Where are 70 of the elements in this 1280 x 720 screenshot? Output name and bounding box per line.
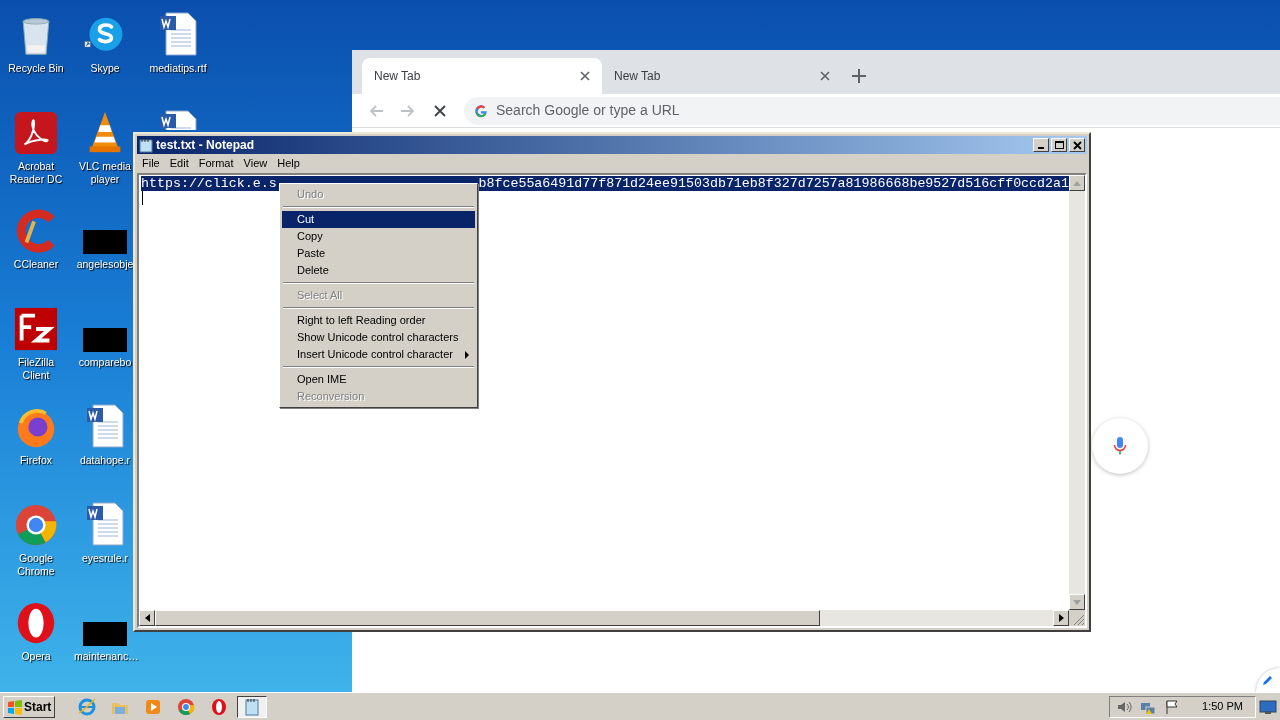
left-arrow-icon: [144, 614, 150, 622]
chrome-icon[interactable]: [13, 502, 59, 548]
menu-item[interactable]: Show Unicode control characters: [282, 329, 475, 346]
up-arrow-icon: [1073, 180, 1081, 186]
maximize-icon: [1054, 141, 1064, 149]
address-bar[interactable]: Search Google or type a URL: [464, 96, 1280, 125]
stop-icon[interactable]: [432, 102, 448, 119]
window-title: test.txt - Notepad: [156, 137, 254, 154]
show-desktop-icon[interactable]: [1259, 698, 1277, 715]
scroll-left-button[interactable]: [139, 610, 155, 626]
close-icon: [1072, 140, 1082, 150]
voice-search-button[interactable]: [1092, 418, 1148, 474]
scroll-down-button[interactable]: [1069, 594, 1085, 610]
text-cursor: [142, 191, 143, 205]
scroll-up-button[interactable]: [1069, 175, 1085, 191]
icon-label[interactable]: CCleaner: [13, 258, 59, 271]
menu-item[interactable]: Help: [272, 155, 305, 172]
scroll-right-button[interactable]: [1053, 610, 1069, 626]
windows-logo-icon: [7, 698, 23, 715]
microphone-icon: [1113, 436, 1127, 456]
horizontal-scrollbar[interactable]: [139, 610, 1069, 626]
maximize-button[interactable]: [1051, 138, 1067, 152]
menu-item[interactable]: Insert Unicode control character: [282, 346, 475, 363]
size-grip-icon[interactable]: [1069, 610, 1085, 626]
fz-logo-icon[interactable]: [13, 306, 59, 352]
menu-item[interactable]: Open IME: [282, 371, 475, 388]
tab-title: New Tab: [374, 68, 421, 85]
icon-label[interactable]: Recycle Bin: [8, 62, 64, 75]
selected-text: b8fce55a6491d77f871d24ee91503db71eb8f327d7257a81986668be9527d516cff0ccd2a1: [478, 176, 1069, 191]
pencil-icon: [1262, 674, 1274, 686]
selected-text: https://click.e.s: [141, 176, 277, 191]
icon-label[interactable]: FileZilla Client: [5, 356, 67, 382]
menu-item[interactable]: Cut: [282, 211, 475, 228]
icon-label[interactable]: Skype: [90, 62, 120, 75]
taskbar-button[interactable]: [237, 695, 268, 718]
icon-label[interactable]: angelesobje: [76, 258, 134, 271]
menu-item[interactable]: View: [238, 155, 273, 172]
icon-label[interactable]: mediatips.rtf: [149, 62, 207, 75]
scroll-thumb[interactable]: [155, 610, 820, 626]
address-placeholder: Search Google or type a URL: [496, 101, 680, 120]
icon-label[interactable]: Firefox: [19, 454, 53, 467]
icon-label[interactable]: VLC media player: [74, 160, 136, 186]
menu-item[interactable]: Right to left Reading order: [282, 312, 475, 329]
start-button[interactable]: Start: [3, 695, 56, 718]
icon-label[interactable]: Acrobat Reader DC: [5, 160, 67, 186]
menu-item[interactable]: Format: [193, 155, 239, 172]
close-button[interactable]: [1069, 138, 1085, 152]
edit-button[interactable]: [1256, 668, 1280, 692]
close-icon[interactable]: [820, 71, 830, 81]
menu-item[interactable]: Edit: [164, 155, 194, 172]
google-g-icon: [474, 103, 488, 118]
flag-icon[interactable]: [1164, 698, 1181, 715]
close-icon[interactable]: [580, 71, 590, 81]
chrome-icon: [176, 696, 197, 717]
menu-item[interactable]: Paste: [282, 245, 475, 262]
browser-tab[interactable]: New Tab: [362, 58, 602, 94]
down-arrow-icon: [1073, 599, 1081, 605]
tab-title: New Tab: [614, 68, 661, 85]
icon-label[interactable]: datahope.r: [79, 454, 131, 467]
menu-item[interactable]: File: [137, 155, 165, 172]
icon-label[interactable]: comparebo: [78, 356, 132, 369]
right-arrow-icon: [1058, 614, 1064, 622]
e-logo-icon: [77, 696, 98, 717]
minimize-button[interactable]: [1033, 138, 1049, 152]
menu-item[interactable]: Delete: [282, 262, 475, 279]
menu-item[interactable]: Copy: [282, 228, 475, 245]
vertical-scrollbar[interactable]: [1069, 175, 1085, 610]
clock[interactable]: 1:50 PM: [1202, 698, 1243, 715]
notepad-icon: [139, 137, 153, 153]
minimize-icon: [1038, 147, 1044, 149]
